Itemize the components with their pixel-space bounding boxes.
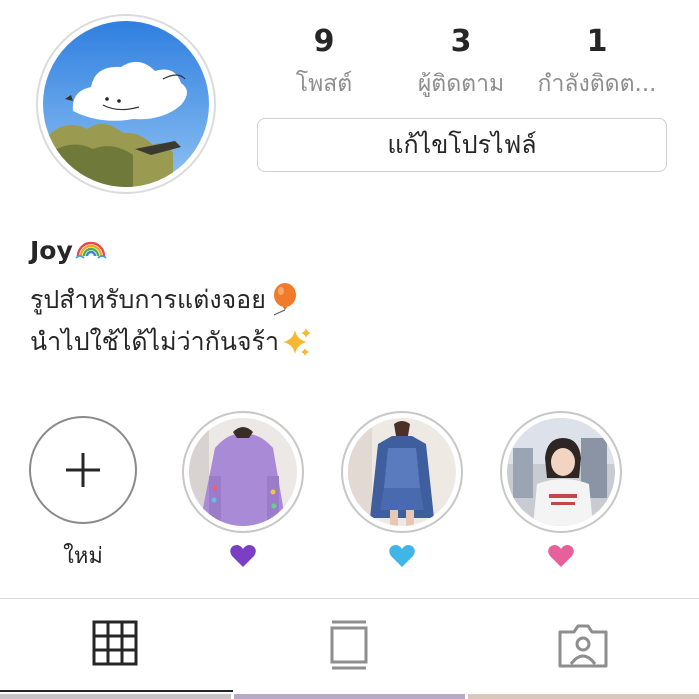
profile-name-row: Joy [30,236,107,265]
new-highlight-button[interactable] [29,416,137,524]
plus-icon [66,453,100,487]
highlight-cover-1 [189,418,297,526]
bio-text-1: รูปสำหรับการแต่งจอย [30,285,266,314]
highlight-item-1[interactable] [182,411,304,533]
post-thumbnail[interactable] [234,694,465,699]
edit-profile-button[interactable]: แก้ไขโปรไฟล์ [257,118,667,172]
grid-icon[interactable] [90,618,144,672]
new-highlight-label: ใหม่ [63,544,103,569]
bio-line-2: นำไปใช้ได้ไม่ว่ากันจร้า [30,322,313,362]
rainbow-icon [75,241,107,259]
followers-stat[interactable]: 3 ผู้ติดตาม [391,24,531,100]
bio-text-2: นำไปใช้ได้ไม่ว่ากันจร้า [30,327,280,356]
avatar[interactable] [43,21,209,187]
posts-label: โพสต์ [295,71,353,97]
following-count: 1 [586,24,608,59]
heart-fill-3 [548,545,574,567]
sparkles-icon [283,328,312,356]
highlight-cover-3 [507,418,615,526]
highlight-item-2[interactable] [341,411,463,533]
following-stat[interactable]: 1 กำลังติดต... [527,24,667,100]
followers-count: 3 [450,24,472,59]
highlight-cover-2 [348,418,456,526]
bio-line-1: รูปสำหรับการแต่งจอย [30,280,298,320]
posts-stat[interactable]: 9 โพสต์ [254,24,394,100]
heart-icon [548,545,574,567]
tagged-icon[interactable] [556,618,610,672]
active-tab-indicator [0,690,233,692]
posts-count: 9 [313,24,335,59]
followers-label: ผู้ติดตาม [417,71,505,97]
balloon-icon [273,283,296,316]
tabs-divider [0,598,699,599]
heart-fill-1 [230,545,256,567]
heart-fill-2 [389,545,415,567]
post-thumbnail[interactable] [0,694,231,699]
heart-icon [230,545,256,567]
highlight-item-3[interactable] [500,411,622,533]
feed-icon[interactable] [322,618,376,672]
heart-icon [389,545,415,567]
following-label: กำลังติดต... [537,71,657,97]
post-thumbnail[interactable] [468,694,699,699]
profile-name: Joy [30,236,73,265]
